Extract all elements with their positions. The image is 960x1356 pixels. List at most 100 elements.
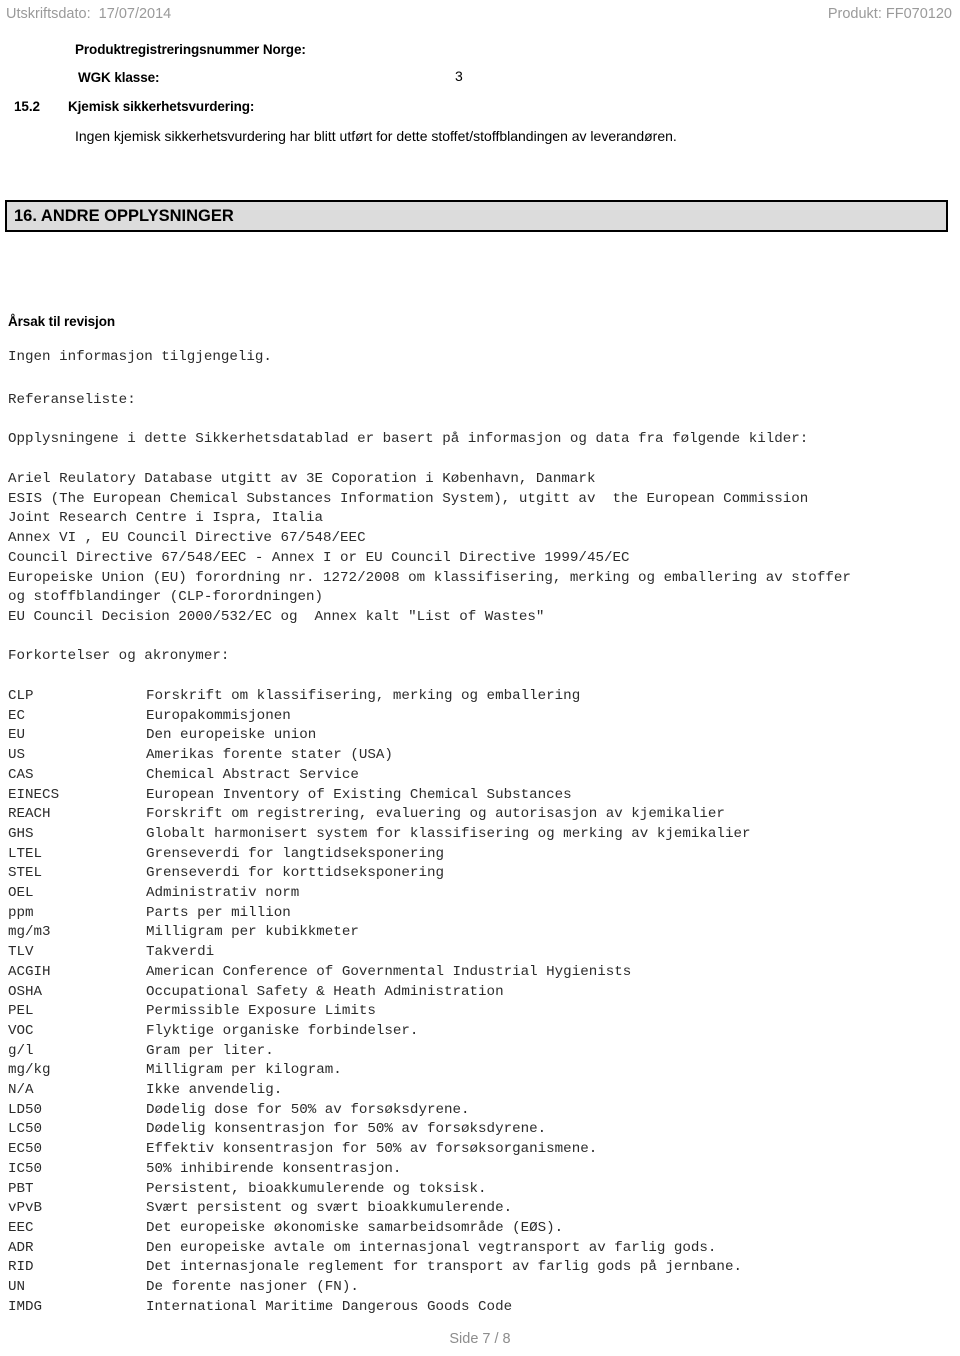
abbreviation-key: US [8, 747, 26, 764]
table-row: EC Europakommisjonen [8, 707, 938, 727]
table-row: GHS Globalt harmonisert system for klassi… [8, 825, 938, 845]
product-registration-label: Produktregistreringsnummer Norge: [75, 42, 306, 57]
table-row: mg/kg Milligram per kilogram. [8, 1061, 938, 1081]
abbreviation-key: TLV [8, 944, 34, 961]
table-row: PBT Persistent, bioakkumulerende og toksi… [8, 1180, 938, 1200]
page-number-footer: Side 7 / 8 [449, 1331, 511, 1347]
abbreviation-key: ppm [8, 904, 34, 921]
abbreviation-key: CLP [8, 688, 34, 704]
table-row: EU Den europeiske union [8, 726, 938, 746]
abbreviation-meaning: International Maritime Dangerous Goods C… [146, 1298, 513, 1315]
abbreviation-key: IC50 [8, 1160, 43, 1177]
table-row: REACH Forskrift om registrering, evalueri… [8, 805, 938, 825]
table-row: OEL Administrativ norm [8, 884, 938, 904]
abbreviation-key: mg/kg [8, 1062, 51, 1079]
abbreviation-key: EC [8, 707, 26, 724]
table-row: EINECS European Inventory of Existing Che… [8, 786, 938, 806]
abbreviation-key: IMDG [8, 1298, 43, 1315]
abbreviation-meaning: 50% inhibirende konsentrasjon. [146, 1160, 402, 1177]
table-row: CAS Chemical Abstract Service [8, 766, 938, 786]
abbreviation-meaning: American Conference of Governmental Indu… [146, 963, 632, 980]
abbreviation-meaning: Svært persistent og svært bioakkumuleren… [146, 1200, 513, 1217]
table-row: STEL Grenseverdi for korttidseksponering [8, 864, 938, 884]
abbreviation-key: LC50 [8, 1121, 43, 1138]
abbreviation-meaning: Grenseverdi for langtidseksponering [146, 845, 444, 862]
chemical-safety-assessment-label: Kjemisk sikkerhetsvurdering: [68, 99, 255, 114]
table-row: IC50 50% inhibirende konsentrasjon. [8, 1160, 938, 1180]
reference-list-sources: Ariel Reulatory Database utgitt av 3E Co… [8, 471, 851, 625]
table-row: N/A Ikke anvendelig. [8, 1081, 938, 1101]
abbreviation-meaning: Den europeiske avtale om internasjonal v… [146, 1239, 717, 1256]
table-row: LTEL Grenseverdi for langtidseksponering [8, 845, 938, 865]
abbreviation-meaning: Flyktige organiske forbindelser. [146, 1022, 419, 1039]
table-row: US Amerikas forente stater (USA) [8, 746, 938, 766]
revision-reason-text: Ingen informasjon tilgjengelig. [8, 349, 272, 365]
section-16-banner: 16. ANDRE OPPLYSNINGER [5, 200, 948, 232]
table-row: EC50 Effektiv konsentrasjon for 50% av fo… [8, 1140, 938, 1160]
abbreviation-meaning: Occupational Safety & Heath Administrati… [146, 983, 504, 1000]
abbreviation-key: g/l [8, 1042, 34, 1059]
abbreviation-meaning: Forskrift om registrering, evaluering og… [146, 806, 725, 823]
abbreviation-meaning: Det europeiske økonomiske samarbeidsområ… [146, 1219, 564, 1236]
table-row: LC50 Dødelig konsentrasjon for 50% av for… [8, 1120, 938, 1140]
abbreviations-table: CLP Forskrift om klassifisering, merking … [8, 687, 938, 1318]
table-row: ACGIH American Conference of Governmental… [8, 963, 938, 983]
abbreviation-meaning: Permissible Exposure Limits [146, 1003, 376, 1020]
table-row: g/l Gram per liter. [8, 1042, 938, 1062]
abbreviation-meaning: Milligram per kilogram. [146, 1062, 342, 1079]
abbreviation-key: EC50 [8, 1141, 43, 1158]
abbreviation-key: REACH [8, 806, 51, 823]
abbreviation-meaning: Ikke anvendelig. [146, 1082, 283, 1099]
table-row: mg/m3 Milligram per kubikkmeter [8, 923, 938, 943]
abbreviation-meaning: Amerikas forente stater (USA) [146, 747, 393, 764]
chemical-safety-assessment-text: Ingen kjemisk sikkerhetsvurdering har bl… [75, 128, 677, 144]
wgk-class-label: WGK klasse: [78, 70, 160, 85]
abbreviations-title: Forkortelser og akronymer: [8, 648, 230, 664]
abbreviation-key: ADR [8, 1239, 34, 1256]
abbreviation-key: N/A [8, 1082, 34, 1099]
abbreviation-meaning: Persistent, bioakkumulerende og toksisk. [146, 1180, 487, 1197]
table-row: IMDG International Maritime Dangerous Goo… [8, 1298, 938, 1318]
abbreviation-meaning: Grenseverdi for korttidseksponering [146, 865, 444, 882]
abbreviation-meaning: Administrativ norm [146, 885, 300, 902]
wgk-class-value: 3 [455, 68, 463, 84]
table-row: TLV Takverdi [8, 943, 938, 963]
running-header: Utskriftsdato: 17/07/2014 Produkt: FF070… [0, 6, 960, 26]
abbreviation-meaning: De forente nasjoner (FN). [146, 1279, 359, 1296]
abbreviation-meaning: Chemical Abstract Service [146, 766, 359, 783]
section-16-title: 16. ANDRE OPPLYSNINGER [14, 207, 234, 225]
table-row: UN De forente nasjoner (FN). [8, 1278, 938, 1298]
abbreviation-key: PEL [8, 1003, 34, 1020]
abbreviation-key: UN [8, 1279, 26, 1296]
abbreviation-meaning: Dødelig dose for 50% av forsøksdyrene. [146, 1101, 470, 1118]
table-row: CLP Forskrift om klassifisering, merking … [8, 687, 938, 707]
table-row: EEC Det europeiske økonomiske samarbeidso… [8, 1219, 938, 1239]
abbreviation-key: vPvB [8, 1200, 43, 1217]
abbreviation-key: VOC [8, 1022, 34, 1039]
abbreviation-meaning: Dødelig konsentrasjon for 50% av forsøks… [146, 1121, 547, 1138]
abbreviation-key: ACGIH [8, 963, 51, 980]
abbreviation-meaning: Effektiv konsentrasjon for 50% av forsøk… [146, 1141, 598, 1158]
table-row: vPvB Svært persistent og svært bioakkumul… [8, 1199, 938, 1219]
abbreviation-meaning: Den europeiske union [146, 727, 317, 744]
reference-list-intro: Opplysningene i dette Sikkerhetsdatablad… [8, 431, 809, 447]
abbreviation-meaning: Globalt harmonisert system for klassifis… [146, 825, 751, 842]
product-code-text: Produkt: FF070120 [827, 6, 952, 22]
abbreviation-meaning: Gram per liter. [146, 1042, 274, 1059]
abbreviation-key: RID [8, 1259, 34, 1276]
abbreviation-key: OSHA [8, 983, 43, 1000]
abbreviation-meaning: Det internasjonale reglement for transpo… [146, 1259, 742, 1276]
abbreviation-meaning: Milligram per kubikkmeter [146, 924, 359, 941]
reference-list-title: Referanseliste: [8, 392, 136, 408]
abbreviation-key: EU [8, 727, 26, 744]
abbreviation-meaning: Europakommisjonen [146, 707, 291, 724]
document-page: Utskriftsdato: 17/07/2014 Produkt: FF070… [0, 0, 960, 1356]
abbreviation-meaning: European Inventory of Existing Chemical … [146, 786, 572, 803]
abbreviation-key: EEC [8, 1219, 34, 1236]
abbreviation-key: LD50 [8, 1101, 43, 1118]
table-row: PEL Permissible Exposure Limits [8, 1002, 938, 1022]
abbreviations-table-body: CLP Forskrift om klassifisering, merking … [8, 687, 938, 1318]
abbreviation-key: mg/m3 [8, 924, 51, 941]
subsection-number-15-2: 15.2 [14, 99, 40, 114]
abbreviation-meaning: Takverdi [146, 944, 215, 961]
